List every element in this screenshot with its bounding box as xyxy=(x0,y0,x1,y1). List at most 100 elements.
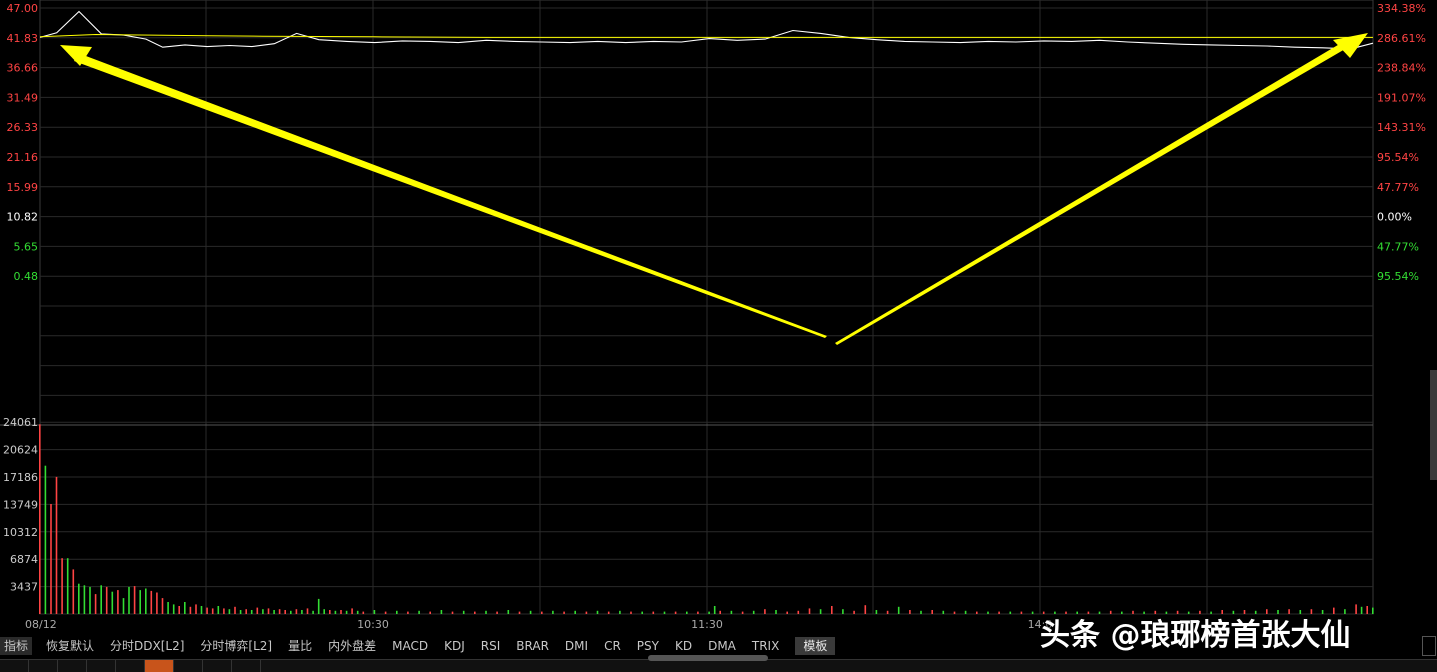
volume-bar xyxy=(139,590,141,614)
indicator-tab[interactable]: MACD xyxy=(384,637,436,655)
volume-bar xyxy=(334,610,337,614)
volume-bar xyxy=(117,590,119,614)
scroll-arrow-icon[interactable] xyxy=(648,655,768,661)
volume-bar xyxy=(211,608,214,614)
indicator-tab[interactable]: CR xyxy=(596,637,629,655)
y-right-tick-label: 286.61% xyxy=(1377,32,1426,45)
volume-bar xyxy=(206,607,208,614)
volume-bar xyxy=(94,594,97,614)
y-left-tick-label: 31.49 xyxy=(7,91,39,104)
volume-bar xyxy=(184,602,186,614)
volume-bar xyxy=(189,606,192,614)
volume-bar xyxy=(301,610,303,614)
volume-bar xyxy=(462,610,465,614)
volume-bar xyxy=(267,608,270,614)
volume-bar xyxy=(228,609,231,614)
chart-stage: 47.00 41.83 36.66 31.49 26.33 21.16 15.99 10.82… xyxy=(0,0,1426,663)
volume-bar xyxy=(596,610,599,614)
indicator-tab[interactable]: 模板 xyxy=(795,637,836,655)
volume-bar xyxy=(329,610,331,614)
volume-bar xyxy=(953,611,956,614)
volume-bar xyxy=(72,569,75,614)
volume-bar xyxy=(942,610,945,614)
volume-bar xyxy=(998,611,1000,614)
volume-bar xyxy=(373,610,376,614)
volume-bar xyxy=(178,606,180,614)
volume-bar xyxy=(234,606,236,614)
indicator-tab[interactable]: DMA xyxy=(700,637,744,655)
volume-bar xyxy=(853,610,855,614)
y-right-tick-label: 95.54% xyxy=(1377,270,1419,283)
bottom-tab[interactable] xyxy=(87,660,116,672)
volume-bar xyxy=(976,611,978,614)
volume-bar xyxy=(39,424,41,614)
bottom-tab[interactable] xyxy=(116,660,145,672)
bottom-tab[interactable] xyxy=(29,660,58,672)
bottom-tab[interactable] xyxy=(203,660,232,672)
indicator-tab[interactable]: RSI xyxy=(473,637,509,655)
volume-bar xyxy=(250,610,253,614)
y-left-tick-label: 0.48 xyxy=(14,270,39,283)
volume-bar xyxy=(585,611,588,614)
indicator-tab[interactable]: PSY xyxy=(629,637,667,655)
volume-bar xyxy=(1020,611,1023,614)
volume-bar xyxy=(50,504,52,614)
bottom-tab[interactable] xyxy=(58,660,87,672)
indicator-tab[interactable]: 量比 xyxy=(280,637,320,655)
corner-icon[interactable] xyxy=(1422,636,1436,656)
date-label: 08/12 xyxy=(25,618,57,631)
volume-bar xyxy=(396,610,398,614)
indicator-tab[interactable]: 内外盘差 xyxy=(320,637,384,655)
volume-bar xyxy=(819,609,822,614)
bottom-tab[interactable] xyxy=(232,660,261,672)
indicator-tab[interactable]: 分时DDX[L2] xyxy=(102,637,192,655)
volume-bar xyxy=(831,606,833,614)
y-left-tick-label: 15.99 xyxy=(7,181,39,194)
volume-bar xyxy=(1372,607,1374,614)
volume-tick-label: 13749 xyxy=(3,498,38,511)
volume-bar xyxy=(295,609,298,614)
right-scrollbar[interactable] xyxy=(1430,370,1437,480)
volume-bar xyxy=(128,586,130,614)
y-right-tick-label: 238.84% xyxy=(1377,62,1426,75)
volume-bar xyxy=(273,610,275,614)
x-tick-label: 11:30 xyxy=(691,618,723,631)
volume-bar xyxy=(496,611,498,614)
volume-bar xyxy=(909,610,911,614)
volume-bar xyxy=(518,611,521,614)
volume-bar xyxy=(1366,606,1368,614)
volume-bar xyxy=(407,611,409,614)
volume-bar xyxy=(55,476,58,614)
volume-bar xyxy=(797,610,800,614)
volume-bar xyxy=(156,592,158,614)
volume-bar xyxy=(61,558,63,614)
indicator-tab[interactable]: 分时博弈[L2] xyxy=(192,637,280,655)
volume-bar xyxy=(105,586,108,614)
volume-bar xyxy=(78,583,80,614)
y-right-tick-label: 334.38% xyxy=(1377,2,1426,15)
volume-bar xyxy=(552,610,554,614)
indicator-tab[interactable]: DMI xyxy=(557,637,596,655)
volume-bar xyxy=(864,605,867,614)
bottom-tab[interactable] xyxy=(0,660,29,672)
volume-bar xyxy=(507,610,510,614)
volume-bar xyxy=(284,610,286,614)
indicator-tab[interactable]: BRAR xyxy=(508,637,557,655)
volume-tick-label: 20624 xyxy=(3,444,38,457)
indicator-tab[interactable]: KD xyxy=(667,637,700,655)
volume-bar xyxy=(440,610,443,614)
volume-bar xyxy=(290,610,292,614)
volume-bar xyxy=(541,611,543,614)
bottom-tab[interactable] xyxy=(174,660,203,672)
bottom-tab-active[interactable] xyxy=(145,660,174,672)
indicator-tab[interactable]: 恢复默认 xyxy=(38,637,102,655)
volume-bar xyxy=(641,611,643,614)
volume-bar xyxy=(239,610,242,614)
volume-bar xyxy=(66,558,69,614)
indicator-tab[interactable]: 指标 xyxy=(0,637,33,655)
arrow-annotation-icon xyxy=(74,53,827,338)
indicator-tab[interactable]: KDJ xyxy=(436,637,473,655)
volume-bar xyxy=(1355,604,1357,614)
volume-bar xyxy=(730,610,733,614)
indicator-tab[interactable]: TRIX xyxy=(744,637,787,655)
